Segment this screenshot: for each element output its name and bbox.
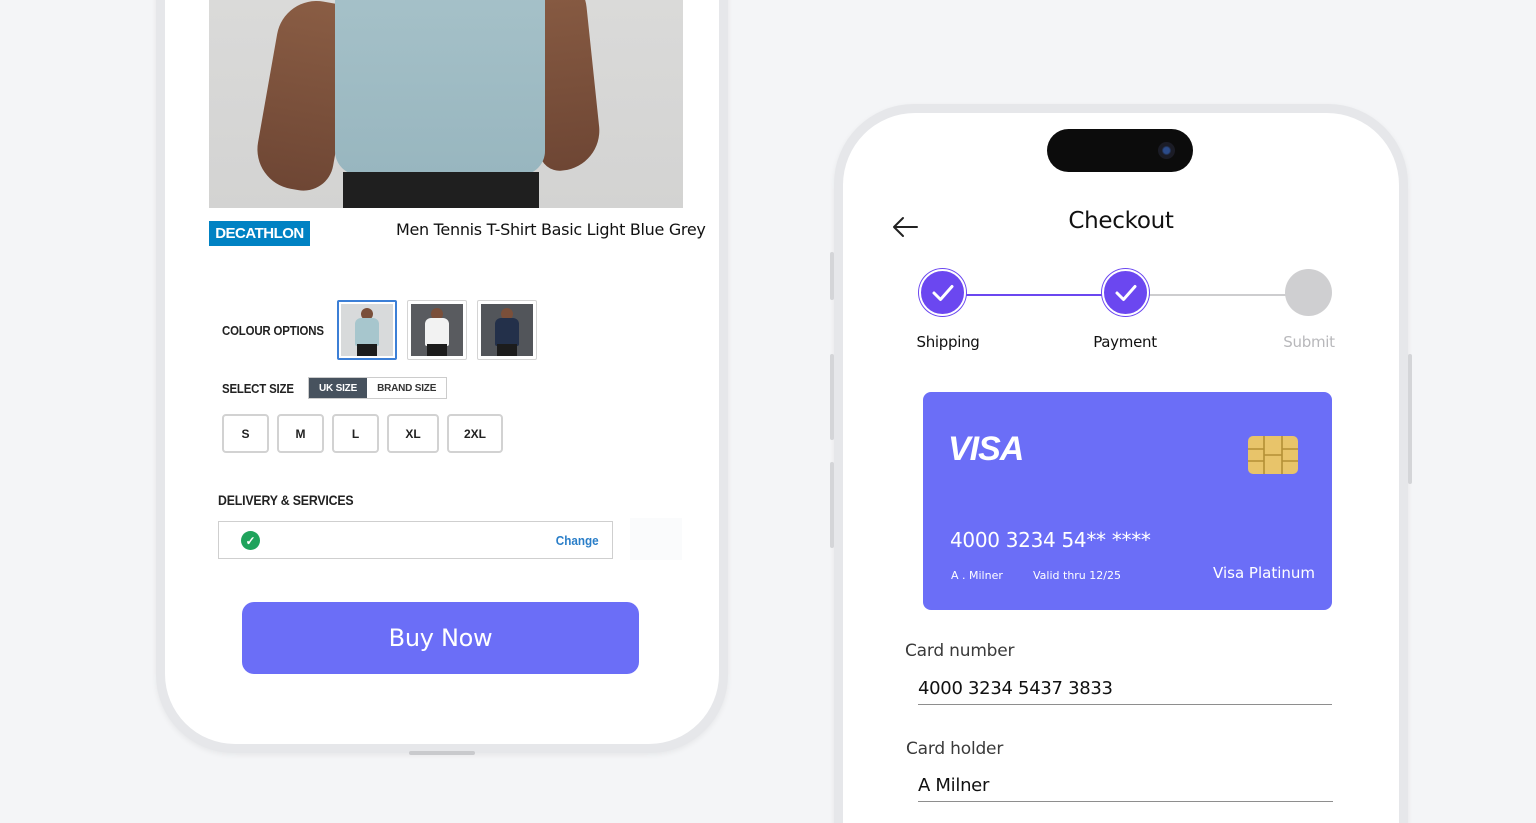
card-number-label: Card number <box>905 641 1015 661</box>
checkmark-icon <box>932 284 953 301</box>
card-holder-input[interactable] <box>918 770 1333 802</box>
phone-volume-up-button <box>830 354 834 440</box>
swatch-shorts <box>357 344 377 356</box>
colour-swatch-list <box>337 300 537 360</box>
swatch-thumbnail <box>341 304 393 356</box>
step-label-submit: Submit <box>1283 333 1335 351</box>
step-shipping-indicator[interactable] <box>919 269 966 316</box>
product-phone-frame: DECATHLON Men Tennis T-Shirt Basic Light… <box>156 0 728 755</box>
step-submit-indicator[interactable] <box>1285 269 1332 316</box>
delivery-change-link[interactable]: Change <box>556 533 599 548</box>
colour-swatch-light-blue[interactable] <box>337 300 397 360</box>
colour-options-label: COLOUR OPTIONS <box>222 323 324 338</box>
swatch-thumbnail <box>411 304 463 356</box>
phone-side-button <box>830 252 834 300</box>
stepper-line-pending <box>1148 294 1286 296</box>
checkout-phone-frame: Checkout Shipping Payment Submit VISA 40… <box>830 104 1412 823</box>
product-image[interactable] <box>209 0 683 208</box>
brand-logo: DECATHLON <box>209 221 310 246</box>
visa-logo: VISA <box>948 430 1024 468</box>
swatch-shirt <box>425 318 449 346</box>
phone-volume-down-button <box>830 462 834 548</box>
colour-swatch-navy[interactable] <box>477 300 537 360</box>
payment-card[interactable]: VISA 4000 3234 54** **** A . Milner Vali… <box>923 392 1332 610</box>
size-button-s[interactable]: S <box>222 414 269 453</box>
delivery-services-label: DELIVERY & SERVICES <box>218 492 354 508</box>
step-label-shipping: Shipping <box>916 333 980 351</box>
card-holder-name: A . Milner <box>951 569 1003 582</box>
phone-power-button <box>1408 354 1412 484</box>
delivery-side-placeholder <box>630 518 682 560</box>
uk-size-tab[interactable]: UK SIZE <box>309 378 368 398</box>
product-image-shirt <box>335 0 545 175</box>
colour-swatch-white[interactable] <box>407 300 467 360</box>
checkout-screen: Checkout Shipping Payment Submit VISA 40… <box>843 113 1399 823</box>
card-valid-thru: Valid thru 12/25 <box>1033 569 1121 582</box>
step-payment-indicator[interactable] <box>1102 269 1149 316</box>
brand-size-tab[interactable]: BRAND SIZE <box>367 378 447 398</box>
stepper-line-complete <box>965 294 1105 296</box>
select-size-label: SELECT SIZE <box>222 381 294 396</box>
size-button-group: S M L XL 2XL <box>222 414 503 453</box>
delivery-option: ✓ Change <box>218 521 613 559</box>
card-number-input[interactable] <box>918 673 1332 705</box>
size-system-toggle: UK SIZE BRAND SIZE <box>308 377 448 399</box>
dynamic-island <box>1047 129 1193 172</box>
product-screen: DECATHLON Men Tennis T-Shirt Basic Light… <box>165 0 719 744</box>
product-title: Men Tennis T-Shirt Basic Light Blue Grey <box>396 220 706 239</box>
page-title: Checkout <box>1068 208 1174 234</box>
checkmark-icon <box>1115 284 1136 301</box>
camera-icon <box>1158 142 1175 159</box>
card-holder-label: Card holder <box>906 739 1004 759</box>
card-type: Visa Platinum <box>1213 564 1315 582</box>
home-indicator <box>409 751 475 755</box>
size-button-l[interactable]: L <box>332 414 379 453</box>
swatch-shorts <box>427 344 447 356</box>
buy-now-button[interactable]: Buy Now <box>242 602 639 674</box>
product-image-shorts <box>343 172 539 208</box>
swatch-shorts <box>497 344 517 356</box>
size-button-m[interactable]: M <box>277 414 324 453</box>
size-button-2xl[interactable]: 2XL <box>447 414 503 453</box>
size-button-xl[interactable]: XL <box>387 414 439 453</box>
swatch-thumbnail <box>481 304 533 356</box>
swatch-shirt <box>355 318 379 346</box>
swatch-shirt <box>495 318 519 346</box>
card-chip-icon <box>1248 436 1298 474</box>
card-masked-number: 4000 3234 54** **** <box>950 528 1151 552</box>
step-label-payment: Payment <box>1093 333 1157 351</box>
check-circle-icon: ✓ <box>241 531 260 550</box>
